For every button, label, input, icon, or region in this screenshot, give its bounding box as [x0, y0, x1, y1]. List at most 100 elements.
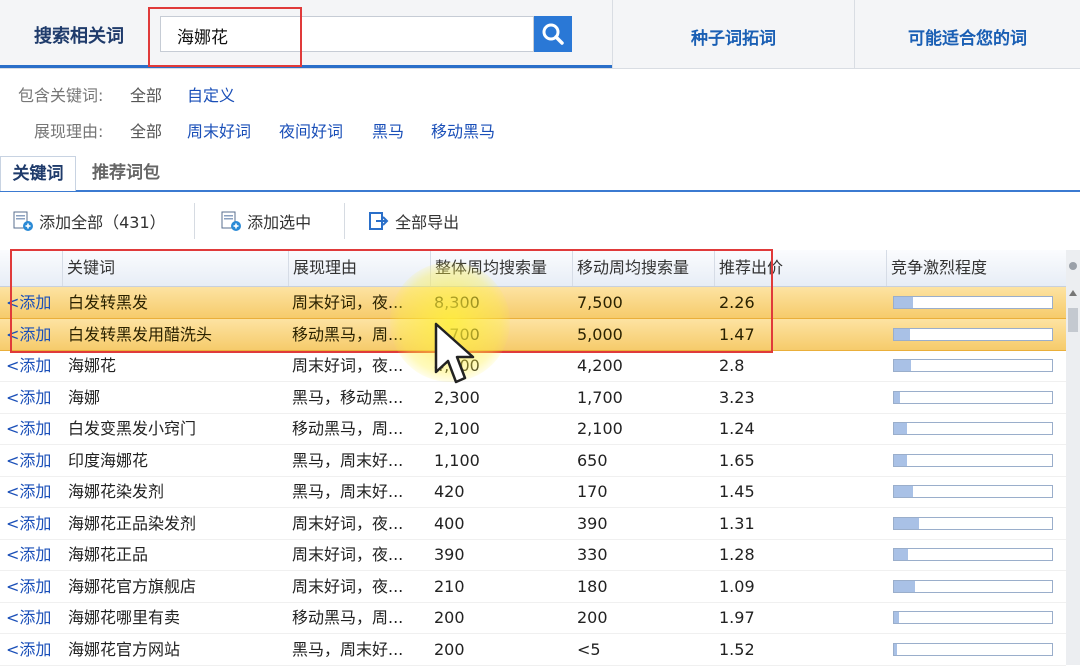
- cell-keyword: 海娜花染发剂: [68, 482, 165, 501]
- toolbar-divider: [344, 203, 345, 239]
- table-row[interactable]: <添加 海娜花正品 周末好词，夜... 390 330 1.28: [0, 539, 1066, 571]
- cell-bid: 1.31: [719, 513, 755, 533]
- add-link[interactable]: <添加: [6, 413, 51, 444]
- competition-bar: [893, 642, 1053, 656]
- table-row[interactable]: <添加 印度海娜花 黑马，周末好... 1,100 650 1.65: [0, 445, 1066, 477]
- cell-mobile-search: 2,100: [577, 419, 623, 438]
- tab-search-related-label: 搜索相关词: [34, 26, 124, 47]
- add-link[interactable]: <添加: [6, 350, 51, 381]
- filter-reason-all[interactable]: 全部: [130, 118, 162, 142]
- competition-bar: [893, 579, 1053, 593]
- filter-reason-label: 展现理由:: [34, 122, 104, 141]
- table-row[interactable]: <添加 海娜花染发剂 黑马，周末好... 420 170 1.45: [0, 476, 1066, 508]
- cell-total-search: 210: [434, 576, 465, 596]
- add-link[interactable]: <添加: [6, 602, 51, 633]
- table-row[interactable]: <添加 海娜花正品染发剂 周末好词，夜... 400 390 1.31: [0, 508, 1066, 540]
- competition-bar-fill: [894, 360, 911, 371]
- tab-seed-expand-label: 种子词拓词: [691, 29, 776, 49]
- competition-bar: [893, 485, 1053, 498]
- cell-keyword: 海娜: [68, 387, 101, 407]
- scroll-up-arrow-icon[interactable]: [1069, 290, 1077, 296]
- tab-keywords[interactable]: 关键词: [0, 156, 76, 191]
- tab-recommended-packs[interactable]: 推荐词包: [92, 156, 160, 190]
- cell-reason: 黑马，周末好...: [292, 450, 404, 470]
- cell-keyword: 海娜花官方网站: [68, 639, 181, 659]
- filter-panel: 包含关键词: 全部 自定义 展现理由: 全部 周末好词 夜间好词 黑马 移动黑马: [0, 70, 1080, 156]
- table-row[interactable]: <添加 白发变黑发小窍门 移动黑马，周... 2,100 2,100 1.24: [0, 413, 1066, 445]
- competition-bar-fill: [894, 454, 907, 466]
- add-link[interactable]: <添加: [6, 508, 51, 539]
- table-row[interactable]: <添加海娜花周末好词，夜...4,8004,2002.8: [0, 350, 1066, 382]
- table-row[interactable]: <添加 海娜花官方旗舰店 周末好词，夜... 210 180 1.09: [0, 571, 1066, 603]
- competition-bar: [893, 327, 1053, 341]
- cell-reason: 黑马，移动黑...: [292, 387, 404, 407]
- add-link[interactable]: <添加: [6, 571, 51, 602]
- vertical-scrollbar[interactable]: [1066, 250, 1080, 665]
- competition-bar-fill: [894, 297, 913, 308]
- cell-reason: 黑马，周末好...: [292, 639, 404, 659]
- cell-reason: 周末好词，夜...: [292, 576, 404, 596]
- add-all-label: 添加全部（431）: [39, 213, 166, 232]
- cell-mobile-search: <5: [577, 639, 601, 659]
- cell-bid: 1.24: [719, 419, 755, 438]
- table-row[interactable]: <添加 海娜花官方网站 黑马，周末好... 200 <5 1.52: [0, 634, 1066, 666]
- add-link[interactable]: <添加: [6, 539, 51, 570]
- cell-reason: 周末好词，夜...: [292, 513, 404, 533]
- sub-tab-bar: 关键词 推荐词包: [0, 156, 1080, 192]
- gear-icon[interactable]: [1069, 262, 1077, 270]
- filter-reason-weekend[interactable]: 周末好词: [187, 118, 251, 142]
- add-doc-icon: [13, 211, 33, 231]
- cell-mobile-search: 180: [577, 576, 608, 596]
- competition-bar: [893, 359, 1053, 372]
- cell-mobile-search: 200: [577, 608, 608, 627]
- cell-mobile-search: 4,200: [577, 356, 623, 375]
- add-link[interactable]: <添加: [6, 382, 51, 413]
- mouse-cursor-icon: [434, 322, 475, 384]
- filter-include-custom[interactable]: 自定义: [187, 82, 235, 106]
- add-selected-button[interactable]: 添加选中: [220, 209, 311, 233]
- cell-mobile-search: 650: [577, 450, 608, 470]
- cell-bid: 1.28: [719, 545, 755, 564]
- tab-seed-expand[interactable]: 种子词拓词: [612, 0, 854, 68]
- cell-mobile-search: 170: [577, 482, 608, 501]
- filter-row-include: 包含关键词: 全部 自定义: [0, 82, 1080, 106]
- cell-keyword: 海娜花正品染发剂: [68, 513, 197, 533]
- cell-total-search: 420: [434, 482, 465, 501]
- cell-mobile-search: 330: [577, 545, 608, 564]
- cell-reason: 黑马，周末好...: [292, 482, 404, 501]
- cell-reason: 移动黑马，周...: [292, 608, 404, 627]
- scrollbar-thumb[interactable]: [1068, 308, 1078, 332]
- cell-bid: 1.45: [719, 482, 755, 501]
- table-row[interactable]: <添加 海娜花哪里有卖 移动黑马，周... 200 200 1.97: [0, 602, 1066, 634]
- cell-reason: 周末好词，夜...: [292, 545, 404, 564]
- filter-reason-night[interactable]: 夜间好词: [279, 118, 343, 142]
- search-icon: [542, 23, 564, 45]
- competition-bar-fill: [894, 486, 913, 497]
- table-row[interactable]: <添加 海娜 黑马，移动黑... 2,300 1,700 3.23: [0, 382, 1066, 414]
- competition-bar-fill: [894, 612, 899, 623]
- filter-reason-mobile-darkhorse[interactable]: 移动黑马: [431, 118, 495, 142]
- tab-suggested[interactable]: 可能适合您的词: [854, 0, 1080, 68]
- export-all-button[interactable]: 全部导出: [368, 209, 459, 233]
- add-selected-label: 添加选中: [247, 213, 312, 232]
- cell-total-search: 2,100: [434, 419, 480, 438]
- annotation-box-search: [148, 7, 302, 67]
- add-all-button[interactable]: 添加全部（431）: [12, 209, 166, 233]
- competition-bar: [893, 516, 1053, 530]
- cell-keyword: 海娜花: [68, 356, 117, 375]
- filter-reason-darkhorse[interactable]: 黑马: [372, 118, 404, 142]
- toolbar-divider: [194, 203, 195, 239]
- cell-bid: 1.97: [719, 608, 755, 627]
- add-link[interactable]: <添加: [6, 634, 51, 665]
- search-button[interactable]: [534, 16, 572, 52]
- cell-bid: 1.09: [719, 576, 755, 596]
- cell-keyword: 海娜花哪里有卖: [68, 608, 181, 627]
- competition-bar: [893, 548, 1053, 561]
- filter-include-all[interactable]: 全部: [130, 82, 162, 106]
- cell-bid: 3.23: [719, 387, 755, 407]
- header-competition[interactable]: 竞争激烈程度: [886, 250, 1058, 286]
- tab-suggested-label: 可能适合您的词: [908, 29, 1027, 49]
- add-link[interactable]: <添加: [6, 445, 51, 476]
- add-link[interactable]: <添加: [6, 476, 51, 507]
- competition-bar-fill: [894, 580, 915, 592]
